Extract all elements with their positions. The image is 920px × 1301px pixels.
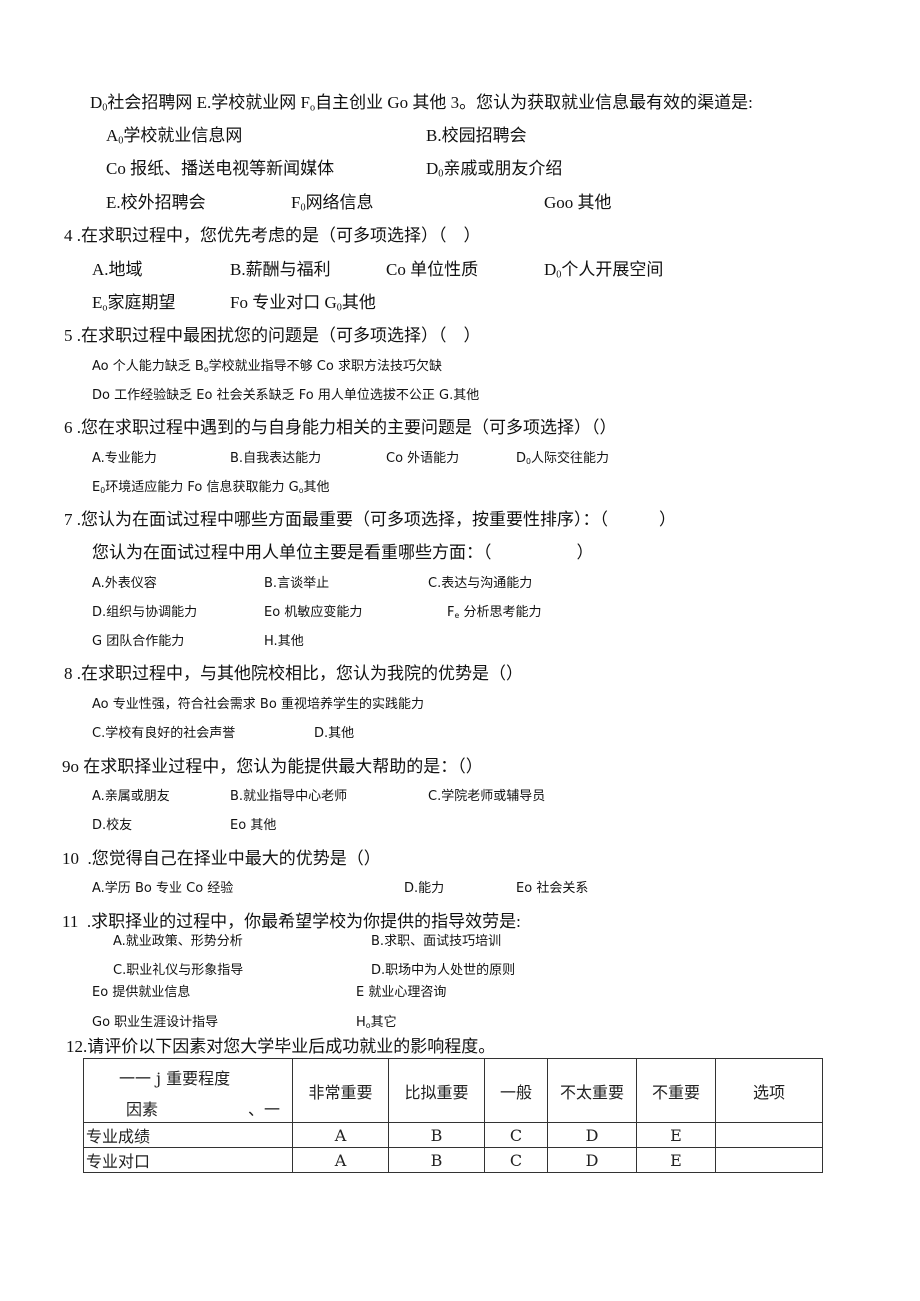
option-label: D0个人开展空间 [544, 260, 664, 281]
question-6: 6 .您在求职过程中遇到的与自身能力相关的主要问题是（可多项选择）（） [64, 418, 617, 437]
selection-cell[interactable] [715, 1122, 823, 1148]
option-line: A.学历 Bo 专业 Co 经验 [92, 881, 234, 896]
rating-cell[interactable]: B [388, 1122, 485, 1148]
rating-cell[interactable]: B [388, 1147, 485, 1173]
option-label: A.就业政策、形势分析 [113, 934, 243, 949]
option-label: G 团队合作能力 [92, 634, 185, 649]
sub-question: 您认为在面试过程中用人单位主要是看重哪些方面：（ ） [92, 543, 594, 562]
option-label: Go 职业生涯设计指导 [92, 1015, 219, 1030]
factor-cell: 专业对口 [83, 1147, 293, 1173]
rating-cell[interactable]: A [292, 1122, 389, 1148]
option-line: Ao 个人能力缺乏 Bo学校就业指导不够 Co 求职方法技巧欠缺 [92, 359, 442, 374]
option-label: C.表达与沟通能力 [428, 576, 533, 591]
question-12: 12.请评价以下因素对您大学毕业后成功就业的影响程度。 [66, 1037, 496, 1056]
table-header-row: 一一 j 重要程度 因素 、一 非常重要 比拟重要 一般 不太重要 不重要 选项 [83, 1058, 823, 1123]
option-line: Do 工作经验缺乏 Eo 社会关系缺乏 Fo 用人单位选拔不公正 G.其他 [92, 388, 480, 403]
rating-cell[interactable]: D [547, 1122, 637, 1148]
rating-cell[interactable]: C [484, 1122, 548, 1148]
column-header: 一般 [484, 1058, 548, 1123]
question-4: 4 .在求职过程中，您优先考虑的是（可多项选择）（ ） [64, 226, 481, 245]
option-line: E0环境适应能力 Fo 信息获取能力 Go其他 [92, 480, 330, 495]
option-label: D.其他 [314, 726, 355, 741]
question-7: 7 .您认为在面试过程中哪些方面最重要（可多项选择，按重要性排序）：（ ） [64, 510, 676, 529]
option-label: D0人际交往能力 [516, 451, 609, 466]
option-label: B.自我表达能力 [230, 451, 322, 466]
column-header: 比拟重要 [388, 1058, 485, 1123]
option-label: H.其他 [264, 634, 304, 649]
option-label: Ho其它 [356, 1015, 397, 1030]
option-label: Eo 提供就业信息 [92, 985, 191, 1000]
option-label: Co 单位性质 [386, 260, 479, 279]
rating-cell[interactable]: C [484, 1147, 548, 1173]
option-label: Fe 分析思考能力 [447, 605, 542, 620]
option-label: A.外表仪容 [92, 576, 157, 591]
option-label: C.学校有良好的社会声誉 [92, 726, 236, 741]
option-label: Eo 机敏应变能力 [264, 605, 363, 620]
rating-table: 一一 j 重要程度 因素 、一 非常重要 比拟重要 一般 不太重要 不重要 选项… [83, 1058, 823, 1173]
option-label: Co 外语能力 [386, 451, 460, 466]
option-label: D.能力 [404, 881, 445, 896]
option-label: Fo 专业对口 G0其他 [230, 293, 376, 314]
option-label: B.就业指导中心老师 [230, 789, 348, 804]
option-label: A0学校就业信息网 [106, 126, 243, 147]
rating-cell[interactable]: E [636, 1122, 716, 1148]
option-label: A.专业能力 [92, 451, 157, 466]
option-label: D.校友 [92, 818, 133, 833]
option-line: Ao 专业性强，符合社会需求 Bo 重视培养学生的实践能力 [92, 697, 424, 712]
q3-line: D0社会招聘网 E.学校就业网 Fo自主创业 Go 其他 3。您认为获取就业信息… [90, 94, 753, 114]
option-label: E.校外招聘会 [106, 193, 206, 212]
rating-cell[interactable]: A [292, 1147, 389, 1173]
column-header: 非常重要 [292, 1058, 389, 1123]
question-9: 9o 在求职择业过程中，您认为能提供最大帮助的是：（） [62, 757, 483, 776]
option-label: D.组织与协调能力 [92, 605, 198, 620]
rating-cell[interactable]: E [636, 1147, 716, 1173]
rating-cell[interactable]: D [547, 1147, 637, 1173]
corner-top-label: 一一 j 重要程度 [119, 1069, 231, 1088]
option-label: D0社会招聘网 [90, 93, 193, 114]
question-8: 8 .在求职过程中，与其他院校相比，您认为我院的优势是（） [64, 664, 523, 683]
option-label: E.学校就业网 [196, 93, 297, 112]
option-label: A.亲属或朋友 [92, 789, 170, 804]
question-5: 5 .在求职过程中最困扰您的问题是（可多项选择）（ ） [64, 326, 481, 345]
question-11: 11 .求职择业的过程中，你最希望学校为你提供的指导效劳是: [62, 912, 521, 931]
corner-bottom-label: 因素 [126, 1100, 159, 1119]
corner-header-cell: 一一 j 重要程度 因素 、一 [83, 1058, 293, 1123]
column-header: 不重要 [636, 1058, 716, 1123]
option-label: Fo自主创业 [300, 93, 384, 114]
option-label: E 就业心理咨询 [356, 985, 447, 1000]
table-row: 专业成绩 A B C D E [83, 1122, 823, 1148]
option-label: B.言谈举止 [264, 576, 330, 591]
factor-cell: 专业成绩 [83, 1122, 293, 1148]
option-label: Go 其他 [387, 93, 447, 112]
corner-mark: 、一 [247, 1100, 280, 1119]
option-label: C.职业礼仪与形象指导 [113, 963, 244, 978]
option-label: Eo 其他 [230, 818, 277, 833]
option-label: F0网络信息 [291, 193, 374, 214]
column-header: 不太重要 [547, 1058, 637, 1123]
option-label: D0亲戚或朋友介绍 [426, 159, 563, 180]
question-text: 3。您认为获取就业信息最有效的渠道是: [450, 93, 753, 112]
option-label: Goo 其他 [544, 193, 612, 212]
option-label: B.校园招聘会 [426, 126, 527, 145]
selection-cell[interactable] [715, 1147, 823, 1173]
question-10: 10 .您觉得自己在择业中最大的优势是（） [62, 849, 381, 868]
option-label: D.职场中为人处世的原则 [371, 963, 516, 978]
option-label: B.薪酬与福利 [230, 260, 331, 279]
option-label: B.求职、面试技巧培训 [371, 934, 502, 949]
option-label: C.学院老师或辅导员 [428, 789, 546, 804]
column-header: 选项 [715, 1058, 823, 1123]
option-label: Eo 社会关系 [516, 881, 589, 896]
table-row: 专业对口 A B C D E [83, 1147, 823, 1173]
option-label: A.地域 [92, 260, 143, 279]
option-label: Eo家庭期望 [92, 293, 176, 314]
option-label: Co 报纸、播送电视等新闻媒体 [106, 159, 335, 178]
